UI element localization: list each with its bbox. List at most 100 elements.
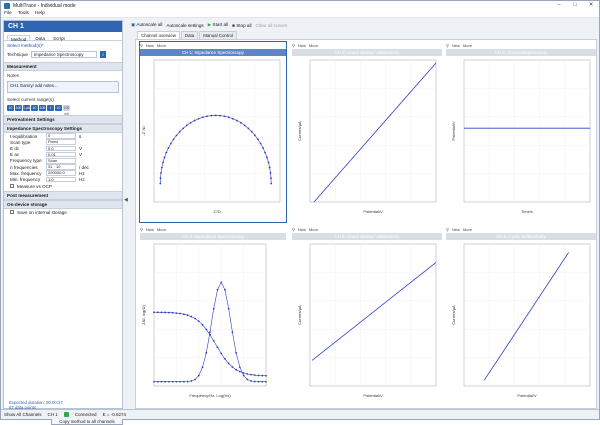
start-all-button[interactable]: ▶ Start all: [208, 22, 228, 28]
chart-panel-6[interactable]: ⚲ New More CH 6: Cyclic Voltammetry Potent…: [446, 226, 596, 406]
panel-more[interactable]: More: [309, 227, 318, 232]
range-100na[interactable]: 100 nA: [15, 105, 22, 116]
measurement-section[interactable]: Measurement: [4, 62, 122, 71]
y-axis-label: Z/Ω, log(Ω): [141, 304, 146, 324]
post-measurement-section[interactable]: Post measurement: [4, 190, 122, 200]
collapse-icon[interactable]: ◀: [124, 197, 129, 203]
stop-icon: ■: [232, 22, 235, 28]
zoom-icon[interactable]: ⚲: [446, 227, 449, 232]
panel-title: CH 3: Chronoamperometry: [446, 49, 596, 56]
panel-more[interactable]: More: [157, 43, 166, 48]
autoscale-settings-button[interactable]: Autoscale settings: [166, 23, 203, 28]
menu-help[interactable]: Help: [35, 11, 45, 16]
range-100ma[interactable]: 100 mA: [63, 105, 70, 116]
stop-all-button[interactable]: ■ Stop all: [232, 23, 251, 28]
tab-data[interactable]: Data: [32, 35, 48, 41]
potential-readout: E = -0.6274: [102, 412, 126, 417]
zoom-icon[interactable]: ⚲: [446, 43, 449, 48]
prop-unit: V: [79, 152, 83, 158]
tab-method[interactable]: Method: [7, 35, 31, 42]
storage-label: Save on internal storage: [17, 209, 67, 215]
eis-settings-section[interactable]: Impedance Spectroscopy Settings: [4, 124, 122, 133]
prop-value[interactable]: 1.0: [46, 176, 76, 183]
main-toolbar: ▣ Autoscale all Autoscale settings ▶ Sta…: [131, 21, 287, 29]
prop-value[interactable]: 0.0: [46, 145, 76, 152]
notes-field[interactable]: CH1 Gamry/ add notes...: [7, 81, 119, 93]
range-1ma[interactable]: 1 mA: [47, 105, 54, 116]
x-axis-label: Frequency/Hz, Log(Hz): [189, 393, 231, 398]
panel-more[interactable]: More: [157, 227, 166, 232]
prop-label: n frequencies: [10, 164, 38, 170]
prop-label: E dc: [10, 145, 20, 151]
channel-overview: ⚲ New More CH 1: Impedance Spectroscopy Z'…: [135, 39, 597, 409]
zoom-icon[interactable]: ⚲: [292, 43, 295, 48]
prop-value[interactable]: 31 · 10: [46, 164, 76, 170]
zoom-icon[interactable]: ⚲: [140, 227, 143, 232]
range-1ua[interactable]: 1 µA: [23, 105, 30, 111]
prop-label: E ac: [10, 152, 20, 158]
y-axis-label: Current/µA: [297, 305, 302, 325]
chart-panel-4[interactable]: ⚲ New More CH 4: Impedance Spectroscopy Fr…: [140, 226, 286, 406]
minimize-button[interactable]: –: [551, 1, 567, 10]
menu-tools[interactable]: Tools: [18, 11, 29, 16]
panel-new[interactable]: New: [298, 227, 306, 232]
prop-label: Scan type: [10, 139, 31, 145]
panel-title: CH 2: Linear Sweep Voltammetry: [292, 49, 442, 56]
ocp-checkbox[interactable]: [10, 184, 14, 188]
technique-info-icon[interactable]: i: [99, 51, 106, 58]
plot-frame: [153, 59, 281, 203]
select-method-label: Select method(s)*: [7, 43, 44, 48]
close-button[interactable]: ✕: [583, 1, 599, 10]
prop-value[interactable]: Scan: [46, 158, 76, 164]
range-10ma[interactable]: 10 mA: [55, 105, 62, 116]
range-100ua[interactable]: 100 µA: [39, 105, 46, 116]
current-range-buttons: 10 nA 100 nA 1 µA 10 µA 100 µA 1 mA 10 m…: [4, 104, 122, 116]
prop-unit: s: [79, 133, 82, 139]
chart-panel-1[interactable]: ⚲ New More CH 1: Impedance Spectroscopy Z'…: [139, 41, 287, 223]
prop-value[interactable]: Fixed: [46, 139, 76, 146]
lsv-plot-2: Potential/V Current/µA: [297, 243, 437, 398]
zoom-icon[interactable]: ⚲: [292, 227, 295, 232]
zoom-icon[interactable]: ⚲: [140, 43, 143, 48]
autoscale-all-button[interactable]: ▣ Autoscale all: [131, 22, 162, 28]
panel-more[interactable]: More: [463, 43, 472, 48]
storage-checkbox[interactable]: [10, 210, 14, 214]
prop-value[interactable]: 0: [46, 133, 76, 139]
y-axis-label: Current/µA: [297, 121, 302, 141]
range-10ua[interactable]: 10 µA: [31, 105, 38, 116]
technique-select[interactable]: Impedance Spectroscopy: [30, 51, 97, 58]
chart-panel-5[interactable]: ⚲ New More CH 5: Linear Sweep Voltammetry …: [292, 226, 442, 406]
panel-more[interactable]: More: [309, 43, 318, 48]
status-channel: CH 1: [47, 412, 58, 417]
prop-value[interactable]: 0.01: [46, 151, 76, 158]
y-axis-label: -Z''/Ω: [141, 126, 146, 135]
stop-label: Stop all: [236, 22, 252, 28]
chart-panel-2[interactable]: ⚲ New More CH 2: Linear Sweep Voltammetry …: [292, 42, 442, 222]
panel-new[interactable]: New: [452, 43, 460, 48]
tab-script[interactable]: Script: [50, 35, 68, 41]
autoscale-label: Autoscale all: [136, 22, 163, 27]
panel-new[interactable]: New: [146, 43, 154, 48]
panel-more[interactable]: More: [463, 227, 472, 232]
y-axis-label: Potential/V: [451, 121, 456, 141]
panel-new[interactable]: New: [298, 43, 306, 48]
autoscale-icon: ▣: [131, 22, 136, 27]
storage-section[interactable]: On-device storage: [4, 199, 122, 209]
chart-panel-3[interactable]: ⚲ New More CH 3: Chronoamperometry Time/s P…: [446, 42, 596, 222]
plot-frame: [153, 243, 267, 387]
range-10na[interactable]: 10 nA: [7, 105, 14, 116]
technique-label: Technique: [7, 52, 28, 57]
connected-text: Connected: [74, 412, 97, 417]
clear-curves-button[interactable]: Clear all curves: [256, 23, 288, 28]
current-range-label: Select current range(s): [7, 97, 54, 102]
prop-label: Min. frequency: [10, 176, 41, 182]
pretreatment-section[interactable]: Pretreatment Settings: [4, 115, 122, 124]
panel-new[interactable]: New: [146, 227, 154, 232]
prop-value[interactable]: 200000.0: [46, 170, 76, 177]
show-channels-select[interactable]: Show All Channels: [4, 412, 42, 417]
prop-unit: V: [79, 145, 83, 151]
panel-new[interactable]: New: [452, 227, 460, 232]
menu-file[interactable]: File: [4, 11, 12, 16]
x-axis-label: Potential/V: [363, 209, 383, 214]
maximize-button[interactable]: □: [567, 1, 583, 10]
